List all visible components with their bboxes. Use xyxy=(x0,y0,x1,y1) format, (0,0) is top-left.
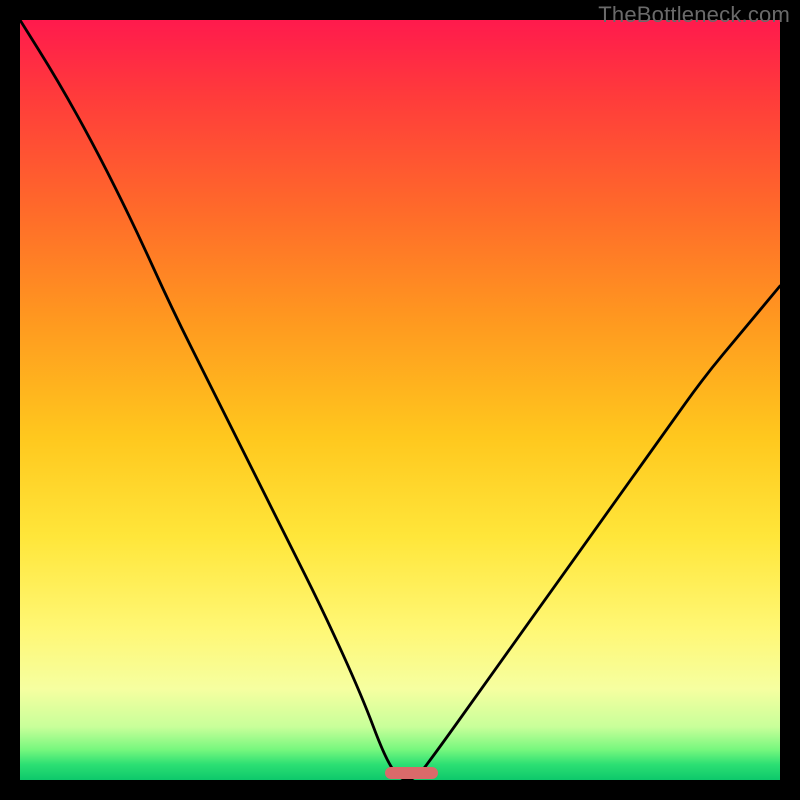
plot-area xyxy=(20,20,780,780)
bottleneck-curve xyxy=(20,20,780,780)
optimal-marker xyxy=(385,767,438,779)
curve-path xyxy=(20,20,780,780)
watermark-text: TheBottleneck.com xyxy=(598,2,790,28)
chart-frame: TheBottleneck.com xyxy=(0,0,800,800)
